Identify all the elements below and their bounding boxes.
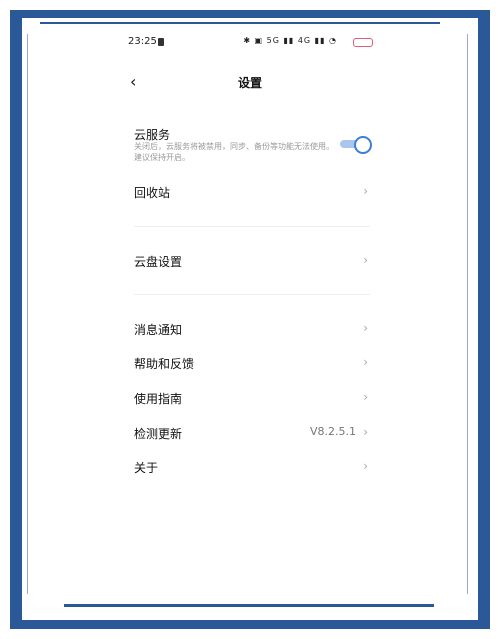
- menu-item-label: 消息通知: [134, 323, 183, 337]
- menu-item-cloud-disk-settings[interactable]: 云盘设置 ›: [134, 253, 370, 273]
- menu-item-label: 回收站: [134, 186, 171, 200]
- menu-item-label: 帮助和反馈: [134, 357, 195, 371]
- menu-item-help-feedback[interactable]: 帮助和反馈 ›: [134, 355, 370, 375]
- sim-icon: [158, 38, 164, 46]
- cloud-service-toggle[interactable]: [340, 136, 372, 154]
- signal-icons: ✱ ▣ 5G ▮▮ 4G ▮▮ ◔: [243, 36, 337, 45]
- chevron-right-icon: ›: [363, 390, 368, 404]
- back-arrow-icon[interactable]: ‹: [130, 74, 146, 90]
- frame-left-guide: [27, 34, 28, 594]
- menu-item-about[interactable]: 关于 ›: [134, 459, 370, 479]
- status-time: 23:25: [128, 36, 157, 47]
- section-divider: [134, 294, 370, 295]
- menu-item-user-guide[interactable]: 使用指南 ›: [134, 390, 370, 410]
- chevron-right-icon: ›: [363, 184, 368, 198]
- phone-screen: [22, 18, 478, 620]
- version-value: V8.2.5.1: [309, 425, 356, 438]
- toggle-knob: [354, 136, 372, 154]
- frame-right-guide: [467, 34, 468, 594]
- battery-icon: [353, 38, 373, 47]
- menu-item-label: 检测更新: [134, 427, 183, 441]
- chevron-right-icon: ›: [363, 425, 368, 439]
- frame-top-rule: [40, 22, 440, 24]
- cloud-service-description: 关闭后，云服务将被禁用，同步、备份等功能无法使用。建议保持开启。: [134, 142, 334, 162]
- page-title: 设置: [237, 76, 262, 90]
- chevron-right-icon: ›: [363, 321, 368, 335]
- chevron-right-icon: ›: [363, 355, 368, 369]
- frame-bottom-rule: [64, 604, 434, 607]
- chevron-right-icon: ›: [363, 253, 368, 267]
- section-divider: [134, 226, 370, 227]
- menu-item-check-update[interactable]: 检测更新 V8.2.5.1 ›: [134, 425, 370, 445]
- status-bar: 23:25 ✱ ▣ 5G ▮▮ 4G ▮▮ ◔: [128, 36, 373, 50]
- menu-item-notifications[interactable]: 消息通知 ›: [134, 321, 370, 341]
- menu-item-label: 云盘设置: [134, 255, 183, 269]
- menu-item-label: 使用指南: [134, 392, 183, 406]
- menu-item-label: 关于: [134, 461, 159, 475]
- menu-item-recycle-bin[interactable]: 回收站 ›: [134, 184, 370, 204]
- chevron-right-icon: ›: [363, 459, 368, 473]
